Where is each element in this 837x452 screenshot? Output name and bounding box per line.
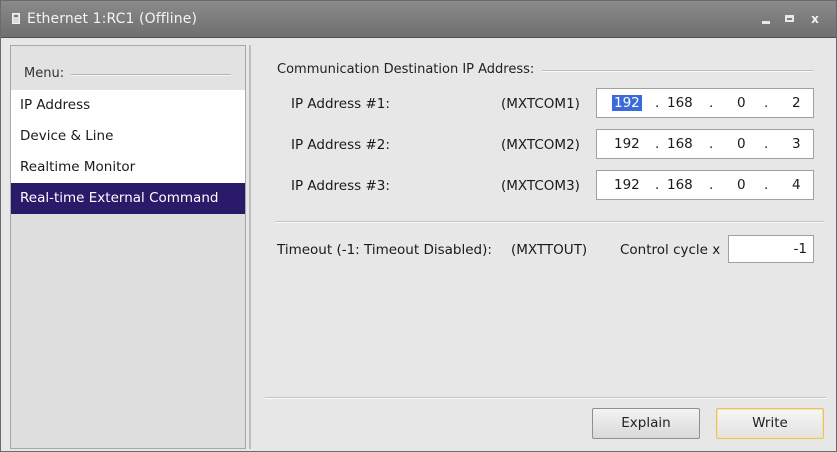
ip-octet-2[interactable]: 168 (667, 177, 693, 193)
octet-separator: . (655, 177, 660, 193)
timeout-unit-label: Control cycle x (620, 242, 721, 258)
menu-item-device-line[interactable]: Device & Line (11, 121, 245, 152)
timeout-label: Timeout (-1: Timeout Disabled): (277, 242, 492, 258)
octet-separator: . (764, 177, 769, 193)
ip-row-2: IP Address #2: (MXTCOM2) 192 . 168 . 0 .… (251, 129, 836, 161)
octet-separator: . (764, 95, 769, 111)
octet-separator: . (655, 95, 660, 111)
menu-item-ip-address[interactable]: IP Address (11, 90, 245, 121)
write-button[interactable]: Write (716, 408, 824, 439)
menu-header-label: Menu: (24, 66, 65, 81)
ip-octet-4[interactable]: 3 (792, 136, 801, 152)
ip-octet-1[interactable]: 192 (614, 177, 640, 193)
window-icon (12, 13, 20, 24)
ip-address-input-3[interactable]: 192 . 168 . 0 . 4 (596, 170, 814, 200)
ip-octet-1[interactable]: 192 (612, 95, 642, 111)
maximize-icon[interactable] (781, 10, 799, 28)
ip-param: (MXTCOM3) (501, 178, 580, 194)
menu-list: IP Address Device & Line Realtime Monito… (11, 90, 245, 214)
ip-label: IP Address #1: (291, 96, 390, 112)
app-window: Ethernet 1:RC1 (Offline) x Menu: IP Addr… (0, 0, 837, 452)
window-title: Ethernet 1:RC1 (Offline) (27, 11, 198, 27)
octet-separator: . (709, 136, 714, 152)
group-title: Communication Destination IP Address: (277, 62, 543, 77)
ip-label: IP Address #3: (291, 178, 390, 194)
footer-divider (265, 397, 826, 399)
close-icon[interactable]: x (806, 10, 824, 28)
ip-row-1: IP Address #1: (MXTCOM1) 192 . 168 . 0 .… (251, 88, 836, 120)
menu-item-realtime-external-command[interactable]: Real-time External Command (11, 183, 245, 214)
ip-address-input-2[interactable]: 192 . 168 . 0 . 3 (596, 129, 814, 159)
minimize-icon[interactable] (758, 10, 776, 28)
ip-address-input-1[interactable]: 192 . 168 . 0 . 2 (596, 88, 814, 118)
group-title-divider (533, 70, 813, 72)
ip-param: (MXTCOM1) (501, 96, 580, 112)
ip-row-3: IP Address #3: (MXTCOM3) 192 . 168 . 0 .… (251, 170, 836, 202)
ip-octet-4[interactable]: 4 (792, 177, 801, 193)
ip-octet-2[interactable]: 168 (667, 95, 693, 111)
ip-label: IP Address #2: (291, 137, 390, 153)
explain-button[interactable]: Explain (592, 408, 700, 439)
menu-item-realtime-monitor[interactable]: Realtime Monitor (11, 152, 245, 183)
section-divider (275, 221, 824, 223)
ip-octet-2[interactable]: 168 (667, 136, 693, 152)
octet-separator: . (709, 95, 714, 111)
octet-separator: . (655, 136, 660, 152)
ip-octet-4[interactable]: 2 (792, 95, 801, 111)
octet-separator: . (709, 177, 714, 193)
ip-octet-3[interactable]: 0 (737, 177, 746, 193)
title-bar[interactable]: Ethernet 1:RC1 (Offline) x (1, 1, 836, 38)
ip-octet-3[interactable]: 0 (737, 95, 746, 111)
octet-separator: . (764, 136, 769, 152)
ip-param: (MXTCOM2) (501, 137, 580, 153)
menu-pane: Menu: IP Address Device & Line Realtime … (10, 45, 246, 449)
main-panel: Communication Destination IP Address: IP… (251, 45, 836, 449)
ip-octet-1[interactable]: 192 (614, 136, 640, 152)
ip-octet-3[interactable]: 0 (737, 136, 746, 152)
timeout-param: (MXTTOUT) (511, 242, 588, 258)
menu-header-divider (71, 74, 231, 76)
timeout-input[interactable]: -1 (728, 235, 814, 263)
menu-header: Menu: (11, 46, 245, 90)
